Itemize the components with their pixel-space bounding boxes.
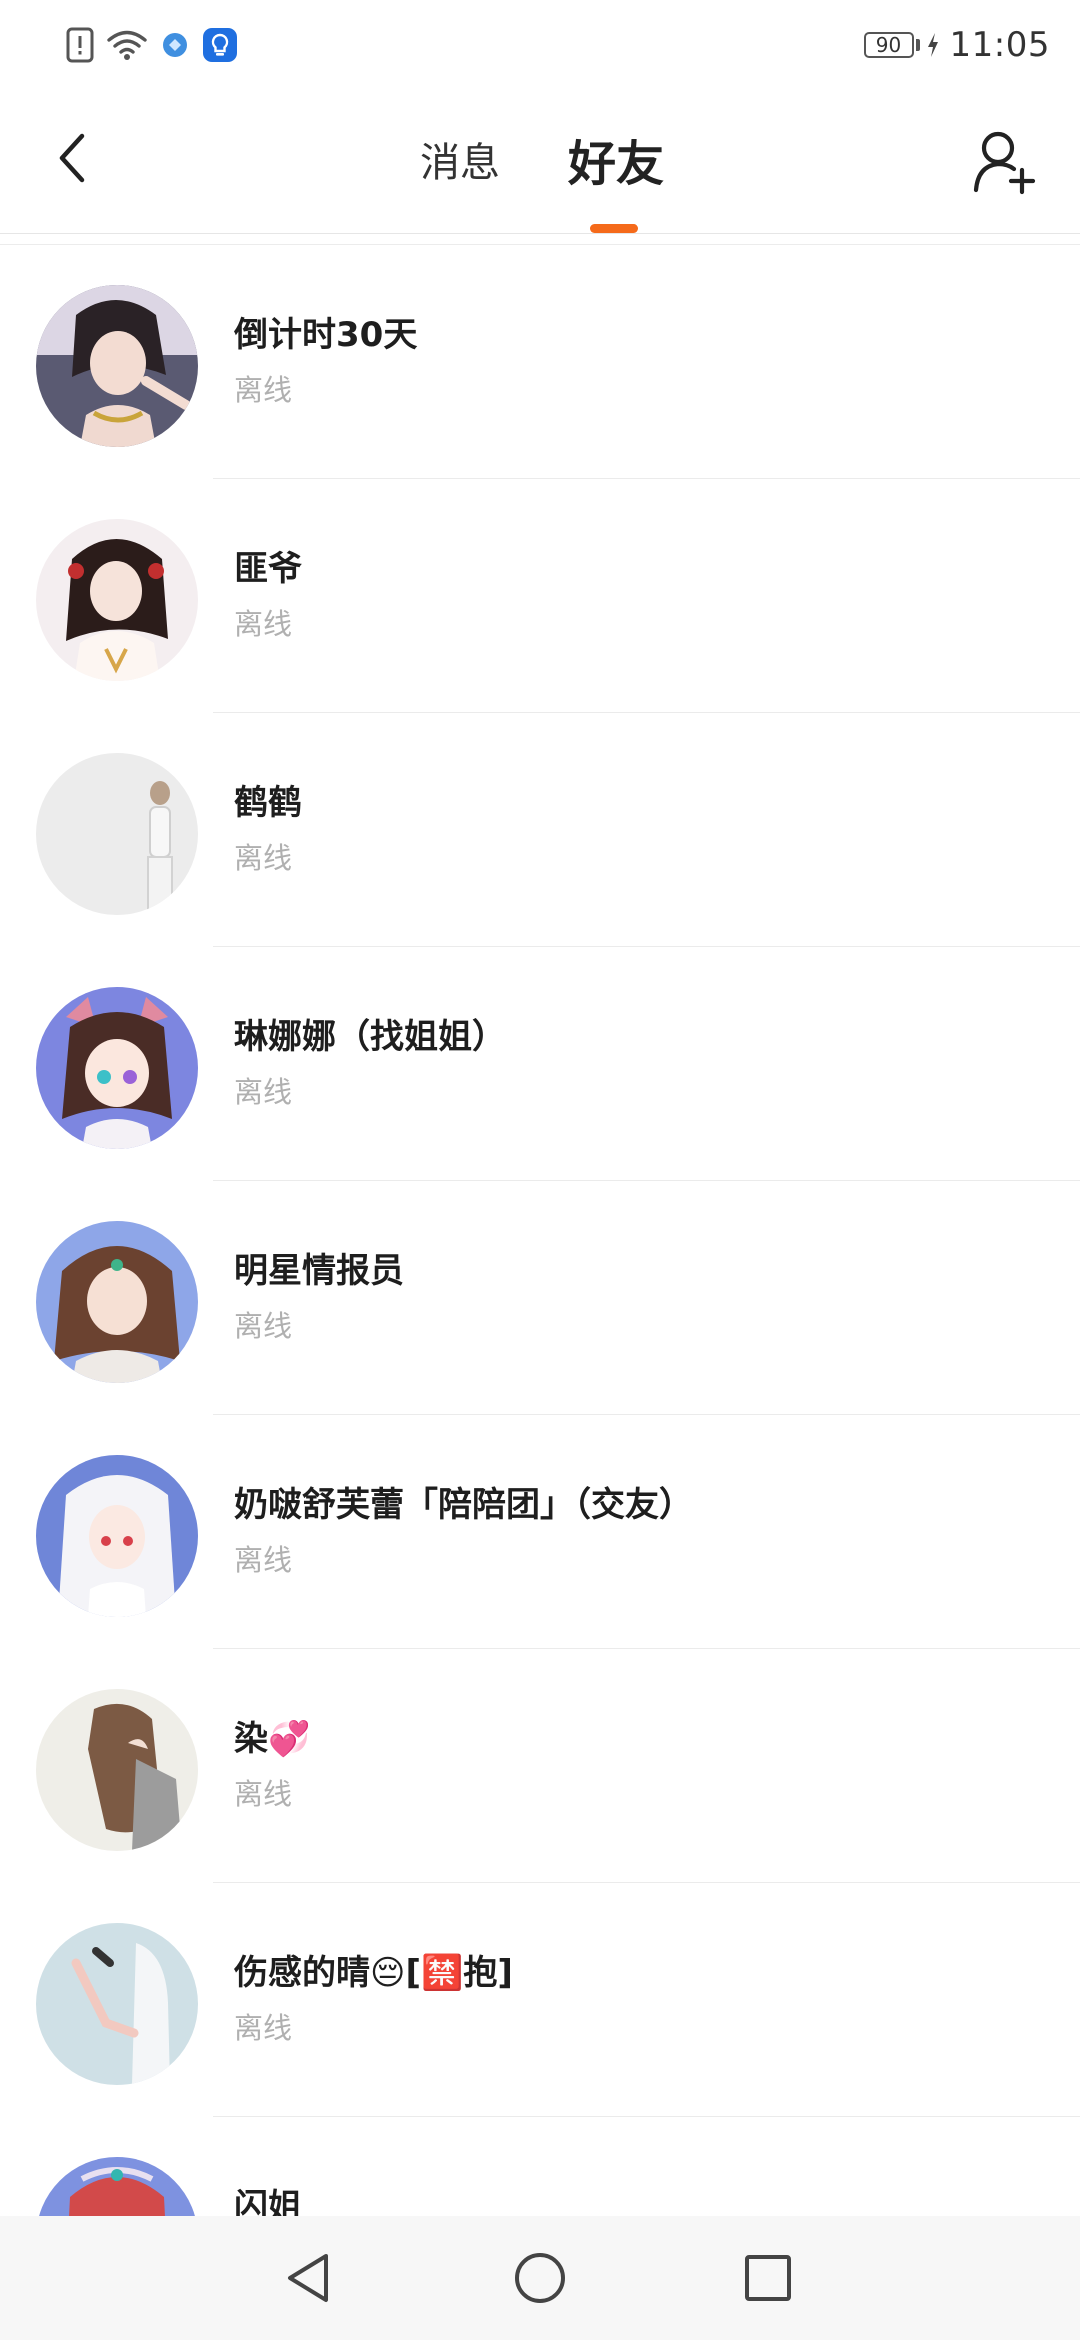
avatar — [36, 285, 198, 447]
friend-name: 伤感的晴😔[🈲抱] — [234, 1953, 513, 1993]
friend-name: 染💞 — [234, 1719, 311, 1759]
system-home-button[interactable] — [508, 2246, 572, 2310]
friend-row[interactable]: 染💞 离线 — [0, 1649, 1080, 1883]
lightbulb-icon — [203, 28, 237, 62]
recent-square-icon — [745, 2255, 791, 2301]
friend-list: 倒计时30天 离线 匪爷 离线 鹤鹤 离线 琳娜娜（找姐姐） 离线 明星情报员 … — [0, 244, 1080, 2217]
avatar — [36, 519, 198, 681]
friend-status: 离线 — [234, 1309, 293, 1343]
add-friend-button[interactable] — [968, 126, 1040, 198]
avatar — [36, 2157, 198, 2217]
battery-tip — [915, 39, 920, 51]
friend-status: 离线 — [234, 1777, 293, 1811]
status-icons-left — [66, 22, 238, 68]
back-triangle-icon — [288, 2254, 328, 2302]
avatar — [36, 1221, 198, 1383]
status-icons-right: 90 11:05 — [863, 22, 1050, 68]
friend-row[interactable]: 伤感的晴😔[🈲抱] 离线 — [0, 1883, 1080, 2117]
friend-row[interactable]: 闪姐 离线 — [0, 2117, 1080, 2217]
friends-screen: 90 11:05 消息 好友 倒计时30天 离线 匪爷 离线 鹤鹤 离线 琳娜娜… — [0, 0, 1080, 2340]
friend-row[interactable]: 明星情报员 离线 — [0, 1181, 1080, 1415]
tab-messages[interactable]: 消息 — [420, 130, 500, 188]
friend-name: 闪姐 — [234, 2187, 302, 2217]
friend-status: 离线 — [234, 373, 293, 407]
top-nav-header: 消息 好友 — [0, 90, 1080, 234]
battery-level: 90 — [875, 33, 902, 57]
system-nav-bar — [0, 2216, 1080, 2340]
back-button[interactable] — [40, 126, 104, 190]
friend-name: 鹤鹤 — [234, 783, 302, 823]
add-user-icon — [973, 131, 1036, 195]
avatar — [36, 987, 198, 1149]
alert-icon — [66, 27, 94, 63]
friend-row[interactable]: 匪爷 离线 — [0, 479, 1080, 713]
friend-name: 倒计时30天 — [234, 315, 418, 355]
friend-name: 奶啵舒芙蕾「陪陪团」（交友） — [234, 1485, 693, 1525]
friend-row[interactable]: 倒计时30天 离线 — [0, 245, 1080, 479]
chevron-left-icon — [59, 133, 85, 183]
system-back-button[interactable] — [276, 2246, 340, 2310]
app-notification-icon — [163, 33, 187, 57]
friend-name: 明星情报员 — [234, 1251, 404, 1291]
avatar — [36, 1923, 198, 2085]
clock: 11:05 — [949, 25, 1050, 65]
active-tab-indicator — [590, 224, 638, 233]
friend-status: 离线 — [234, 1075, 293, 1109]
friend-row[interactable]: 琳娜娜（找姐姐） 离线 — [0, 947, 1080, 1181]
status-bar: 90 11:05 — [0, 0, 1080, 90]
friend-status: 离线 — [234, 607, 293, 641]
friend-status: 离线 — [234, 2011, 293, 2045]
friend-name: 琳娜娜（找姐姐） — [234, 1017, 506, 1057]
battery-indicator: 90 — [863, 32, 914, 58]
avatar — [36, 1689, 198, 1851]
friend-row[interactable]: 奶啵舒芙蕾「陪陪团」（交友） 离线 — [0, 1415, 1080, 1649]
friend-row[interactable]: 鹤鹤 离线 — [0, 713, 1080, 947]
avatar — [36, 1455, 198, 1617]
home-circle-icon — [515, 2253, 565, 2303]
avatar — [36, 753, 198, 915]
friend-status: 离线 — [234, 1543, 293, 1577]
tab-friends[interactable]: 好友 — [568, 124, 664, 194]
wifi-icon — [107, 30, 147, 60]
friend-status: 离线 — [234, 841, 293, 875]
system-recent-button[interactable] — [736, 2246, 800, 2310]
friend-name: 匪爷 — [234, 549, 302, 589]
charging-icon — [927, 33, 938, 57]
